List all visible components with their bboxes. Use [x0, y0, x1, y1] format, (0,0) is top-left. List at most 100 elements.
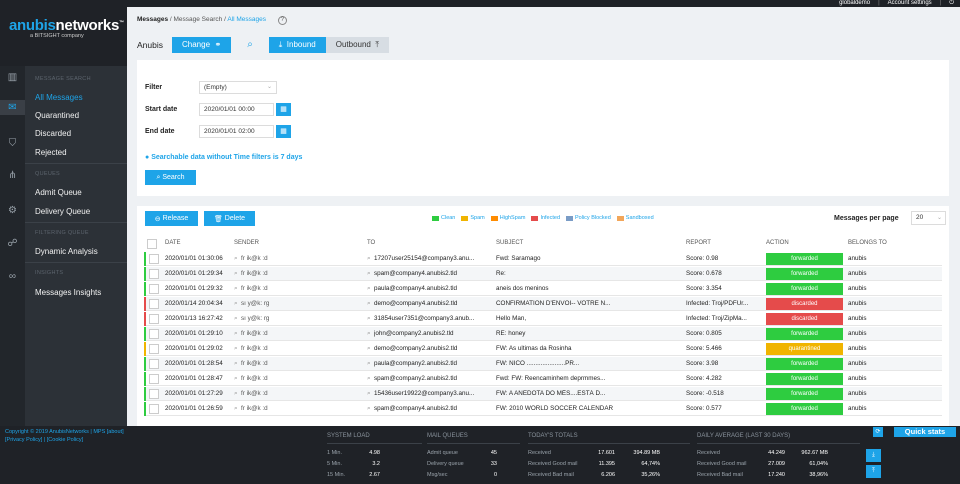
username-link[interactable]: globaldemo: [839, 0, 870, 7]
delete-button[interactable]: 🗑 Delete: [204, 211, 255, 226]
change-tenant-button[interactable]: Change ⚭: [172, 36, 232, 53]
table-row[interactable]: 2020/01/01 01:28:47 ⌕ fr ik@k :d ⌕ spam@comp…: [144, 372, 942, 386]
search-icon[interactable]: ⌕: [367, 330, 373, 338]
row-checkbox[interactable]: [149, 389, 159, 399]
nav-delivery-queue[interactable]: Delivery Queue: [35, 207, 90, 216]
search-icon[interactable]: ⌕: [367, 300, 373, 308]
search-icon[interactable]: ⌕: [367, 315, 373, 323]
table-row[interactable]: 2020/01/13 16:27:42 ⌕ sı y@k: rg ⌕ 31854user…: [144, 312, 942, 326]
search-icon[interactable]: ⌕: [367, 270, 373, 278]
row-checkbox[interactable]: [149, 374, 159, 384]
search-icon[interactable]: ⌕: [234, 345, 240, 353]
row-checkbox[interactable]: [149, 269, 159, 279]
logo[interactable]: anubisnetworks™: [9, 17, 124, 34]
release-button[interactable]: ⊖ Release: [145, 211, 198, 226]
search-icon[interactable]: ⌕: [367, 345, 373, 353]
search-icon[interactable]: ⌕: [234, 285, 240, 293]
table-row[interactable]: 2020/01/01 01:26:59 ⌕ fr ik@k :d ⌕ spam@comp…: [144, 402, 942, 416]
nodes-icon[interactable]: ⋔: [5, 168, 20, 183]
nav-rejected[interactable]: Rejected: [35, 148, 67, 157]
search-icon[interactable]: ⌕: [234, 360, 240, 368]
row-checkbox[interactable]: [149, 314, 159, 324]
cell-subject: FW: As ultimas da Rosinha: [496, 345, 572, 352]
table-row[interactable]: 2020/01/01 01:27:29 ⌕ fr ik@k :d ⌕ 15436user…: [144, 387, 942, 401]
table-row[interactable]: 2020/01/01 01:29:02 ⌕ fr ik@k :d ⌕ demo@comp…: [144, 342, 942, 356]
col-to[interactable]: TO: [367, 240, 375, 246]
search-icon[interactable]: ⌕: [367, 405, 373, 413]
help-icon[interactable]: ?: [277, 16, 287, 25]
col-report[interactable]: REPORT: [686, 240, 711, 246]
col-action[interactable]: ACTION: [766, 240, 789, 246]
table-row[interactable]: 2020/01/14 20:04:34 ⌕ sı y@k: rg ⌕ demo@comp…: [144, 297, 942, 311]
nav-messages-insights[interactable]: Messages Insights: [35, 288, 101, 297]
row-checkbox[interactable]: [149, 299, 159, 309]
download-icon[interactable]: ⤓: [866, 449, 881, 462]
nav-admit-queue[interactable]: Admit Queue: [35, 188, 82, 197]
search-icon[interactable]: ⌕: [367, 255, 373, 263]
inbound-tab[interactable]: ⤓ Inbound: [268, 36, 326, 53]
chart-bars-icon[interactable]: ▥: [5, 70, 20, 85]
search-icon[interactable]: ⌕: [234, 330, 240, 338]
mail-icon[interactable]: ✉: [0, 100, 25, 115]
row-checkbox[interactable]: [149, 284, 159, 294]
search-icon[interactable]: ⌕: [234, 375, 240, 383]
stat-value: 11.395: [598, 461, 615, 467]
nav-all-messages[interactable]: All Messages: [35, 93, 83, 102]
stat-label: Delivery queue: [427, 461, 464, 467]
col-date[interactable]: DATE: [165, 240, 181, 246]
nav-discarded[interactable]: Discarded: [35, 129, 71, 138]
quick-stats-button[interactable]: Quick stats: [894, 427, 956, 437]
outbound-tab[interactable]: Outbound ⤒: [325, 36, 389, 53]
row-checkbox[interactable]: [149, 344, 159, 354]
upload-icon[interactable]: ⤒: [866, 465, 881, 478]
status-stripe: [144, 342, 146, 356]
breadcrumb-message-search[interactable]: Message Search: [174, 16, 223, 23]
filter-select[interactable]: (Empty) ⌄: [199, 81, 277, 94]
breadcrumb-messages[interactable]: Messages: [137, 16, 168, 23]
table-row[interactable]: 2020/01/01 01:30:06 ⌕ fr ik@k :d ⌕ 17207user…: [144, 252, 942, 266]
table-row[interactable]: 2020/01/01 01:29:32 ⌕ fr ik@k :d ⌕ paula@com…: [144, 282, 942, 296]
nav-dynamic-analysis[interactable]: Dynamic Analysis: [35, 247, 98, 256]
search-icon[interactable]: ⌕: [234, 300, 240, 308]
power-icon[interactable]: ⏻: [949, 0, 954, 7]
stat-label: Admit queue: [427, 450, 458, 456]
calendar-icon[interactable]: ▦: [276, 103, 291, 116]
row-checkbox[interactable]: [149, 254, 159, 264]
col-belongs-to[interactable]: BELONGS TO: [848, 240, 887, 246]
gear-icon[interactable]: ⚙: [5, 203, 20, 218]
copyright[interactable]: Copyright © 2019 AnubisNetworks | MPS [a…: [5, 428, 124, 436]
policy-links[interactable]: [Privacy Policy] | [Cookie Policy]: [5, 436, 124, 444]
select-all-checkbox[interactable]: [147, 239, 157, 249]
messages-per-page-select[interactable]: 20 ⌄: [911, 211, 946, 225]
search-button[interactable]: ⌕ Search: [145, 170, 196, 185]
search-icon[interactable]: ⌕: [234, 390, 240, 398]
search-icon[interactable]: ⌕: [247, 39, 253, 50]
start-date-input[interactable]: 2020/01/01 00:00: [199, 103, 274, 116]
search-icon[interactable]: ⌕: [234, 255, 240, 263]
search-icon[interactable]: ⌕: [367, 360, 373, 368]
search-icon[interactable]: ⌕: [234, 405, 240, 413]
calendar-icon[interactable]: ▦: [276, 125, 291, 138]
stat-label: 15 Min.: [327, 472, 346, 478]
cell-report: Infected: Troj/PDFUr...: [686, 300, 749, 307]
nav-quarantined[interactable]: Quarantined: [35, 111, 79, 120]
table-row[interactable]: 2020/01/01 01:29:10 ⌕ fr ik@k :d ⌕ john@comp…: [144, 327, 942, 341]
link-icon[interactable]: ∞: [5, 269, 20, 284]
account-settings-link[interactable]: Account settings: [888, 0, 932, 7]
table-row[interactable]: 2020/01/01 01:28:54 ⌕ fr ik@k :d ⌕ paula@com…: [144, 357, 942, 371]
search-icon[interactable]: ⌕: [367, 390, 373, 398]
search-icon[interactable]: ⌕: [234, 315, 240, 323]
search-icon[interactable]: ⌕: [234, 270, 240, 278]
table-row[interactable]: 2020/01/01 01:29:34 ⌕ fr ik@k :d ⌕ spam@comp…: [144, 267, 942, 281]
search-icon[interactable]: ⌕: [367, 285, 373, 293]
shield-icon[interactable]: ⛉: [5, 136, 20, 151]
col-sender[interactable]: SENDER: [234, 240, 259, 246]
row-checkbox[interactable]: [149, 329, 159, 339]
end-date-input[interactable]: 2020/01/01 02:00: [199, 125, 274, 138]
sitemap-icon[interactable]: ☍: [5, 236, 20, 251]
refresh-icon[interactable]: ⟳: [873, 427, 883, 437]
search-icon[interactable]: ⌕: [367, 375, 373, 383]
col-subject[interactable]: SUBJECT: [496, 240, 523, 246]
row-checkbox[interactable]: [149, 404, 159, 414]
row-checkbox[interactable]: [149, 359, 159, 369]
